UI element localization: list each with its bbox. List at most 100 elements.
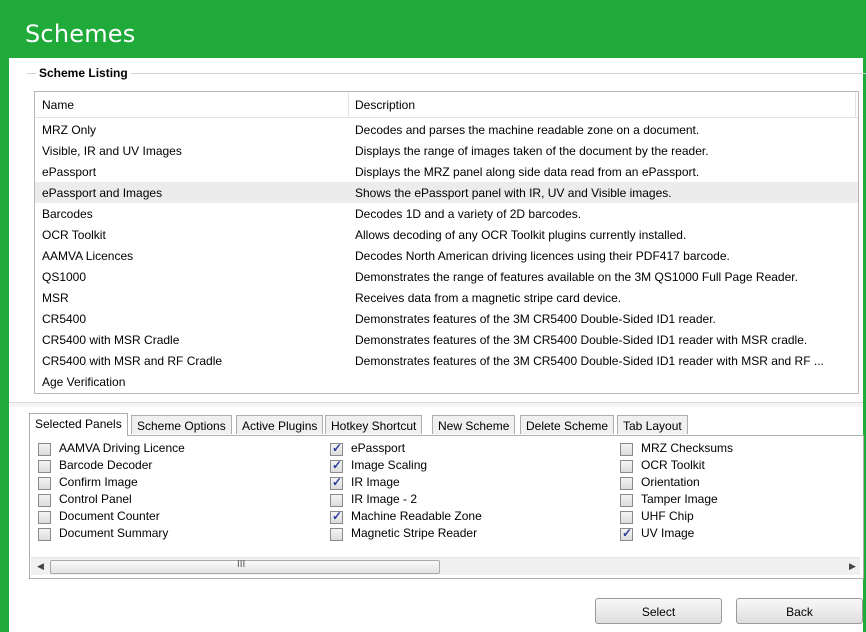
scheme-description: Displays the range of images taken of th… — [355, 144, 709, 158]
checkbox-unchecked-icon[interactable] — [330, 528, 343, 541]
scheme-description: Allows decoding of any OCR Toolkit plugi… — [355, 228, 687, 242]
scheme-row[interactable]: OCR Toolkit Allows decoding of any OCR To… — [35, 224, 858, 245]
checkbox-unchecked-icon[interactable] — [38, 494, 51, 507]
checkbox-unchecked-icon[interactable] — [38, 528, 51, 541]
check-mark-icon: ✓ — [332, 458, 343, 472]
panel-checkbox-label: OCR Toolkit — [641, 458, 705, 472]
checkbox-checked-icon[interactable]: ✓ — [330, 475, 343, 490]
left-accent-bar — [0, 58, 9, 632]
scheme-row[interactable]: CR5400 with MSR and RF Cradle Demonstrate… — [35, 350, 858, 371]
scheme-name: ePassport and Images — [42, 186, 163, 200]
scheme-name: QS1000 — [42, 270, 87, 284]
scheme-row[interactable]: MRZ Only Decodes and parses the machine r… — [35, 119, 858, 140]
scheme-row[interactable]: AAMVA Licences Decodes North American dri… — [35, 245, 858, 266]
panel-checkbox-label: IR Image - 2 — [351, 492, 418, 506]
checkbox-unchecked-icon[interactable] — [620, 494, 633, 507]
scheme-rows: MRZ Only Decodes and parses the machine r… — [35, 119, 858, 392]
checkbox-unchecked-icon[interactable] — [620, 443, 633, 456]
panel-checkbox-label: Barcode Decoder — [59, 458, 153, 472]
window-title: Schemes — [25, 20, 136, 48]
column-header-name[interactable]: Name — [42, 98, 74, 112]
scheme-row[interactable]: QS1000 Demonstrates the range of features… — [35, 266, 858, 287]
scheme-name: CR5400 with MSR Cradle — [42, 333, 180, 347]
column-separator[interactable] — [348, 92, 349, 117]
panel-checkbox-label: Control Panel — [59, 492, 132, 506]
scheme-description: Demonstrates features of the 3M CR5400 D… — [355, 354, 824, 368]
panel-checkbox-label: Image Scaling — [351, 458, 428, 472]
scroll-left-icon[interactable]: ◀ — [37, 561, 44, 572]
scheme-description: Decodes North American driving licences … — [355, 249, 730, 263]
checkbox-unchecked-icon[interactable] — [620, 477, 633, 490]
scheme-row[interactable]: Visible, IR and UV Images Displays the ra… — [35, 140, 858, 161]
tab-active-plugins[interactable]: Active Plugins — [236, 415, 324, 434]
panel-checkbox-label: ePassport — [351, 441, 406, 455]
checkbox-unchecked-icon[interactable] — [330, 494, 343, 507]
scheme-name: MRZ Only — [42, 123, 96, 137]
tab-scheme-options[interactable]: Scheme Options — [131, 415, 232, 434]
checkbox-unchecked-icon[interactable] — [38, 443, 51, 456]
scheme-description: Displays the MRZ panel along side data r… — [355, 165, 700, 179]
scheme-row[interactable]: Age Verification — [35, 371, 858, 392]
tab-delete-scheme[interactable]: Delete Scheme — [520, 415, 615, 434]
select-button[interactable]: Select — [595, 598, 722, 624]
checkbox-checked-icon[interactable]: ✓ — [620, 526, 633, 541]
tab-selected-panels[interactable]: Selected Panels — [29, 413, 128, 436]
scheme-description: Demonstrates features of the 3M CR5400 D… — [355, 333, 808, 347]
tab-new-scheme[interactable]: New Scheme — [432, 415, 516, 434]
scheme-name: CR5400 — [42, 312, 87, 326]
scheme-description: Demonstrates features of the 3M CR5400 D… — [355, 312, 716, 326]
panel-checkbox-label: UHF Chip — [641, 509, 694, 523]
splitter[interactable] — [9, 402, 863, 407]
window-header: Schemes — [0, 0, 866, 58]
checkbox-unchecked-icon[interactable] — [620, 511, 633, 524]
check-mark-icon: ✓ — [332, 509, 343, 523]
panel-checkbox-label: IR Image — [351, 475, 400, 489]
scheme-row[interactable]: ePassport and Images Shows the ePassport … — [35, 182, 858, 203]
scheme-name: OCR Toolkit — [42, 228, 106, 242]
scheme-name: Visible, IR and UV Images — [42, 144, 182, 158]
checkbox-unchecked-icon[interactable] — [38, 511, 51, 524]
list-header: Name Description — [35, 92, 858, 118]
checkbox-unchecked-icon[interactable] — [620, 460, 633, 473]
panel-checkbox-label: Magnetic Stripe Reader — [351, 526, 478, 540]
check-mark-icon: ✓ — [332, 441, 343, 455]
column-header-description[interactable]: Description — [355, 98, 415, 112]
scheme-name: CR5400 with MSR and RF Cradle — [42, 354, 223, 368]
scheme-name: MSR — [42, 291, 69, 305]
scroll-right-icon[interactable]: ▶ — [849, 561, 856, 572]
checkbox-checked-icon[interactable]: ✓ — [330, 509, 343, 524]
scheme-name: ePassport — [42, 165, 97, 179]
scheme-row[interactable]: CR5400 Demonstrates features of the 3M CR… — [35, 308, 858, 329]
scheme-description: Decodes 1D and a variety of 2D barcodes. — [355, 207, 582, 221]
scheme-list[interactable]: Name Description MRZ Only Decodes and par… — [34, 91, 859, 394]
scheme-row[interactable]: MSR Receives data from a magnetic stripe … — [35, 287, 858, 308]
checkbox-unchecked-icon[interactable] — [38, 477, 51, 490]
panel-checkbox-label: UV Image — [641, 526, 695, 540]
tab-hotkey-shortcut[interactable]: Hotkey Shortcut — [325, 415, 423, 434]
checkbox-unchecked-icon[interactable] — [38, 460, 51, 473]
scheme-description: Demonstrates the range of features avail… — [355, 270, 798, 284]
panel-checkbox-label: Confirm Image — [59, 475, 138, 489]
check-mark-icon: ✓ — [622, 526, 633, 540]
scheme-row[interactable]: Barcodes Decodes 1D and a variety of 2D b… — [35, 203, 858, 224]
panel-checkbox-label: Tamper Image — [641, 492, 718, 506]
panel-checkbox-label: Machine Readable Zone — [351, 509, 482, 523]
scheme-name: Barcodes — [42, 207, 93, 221]
scheme-description: Receives data from a magnetic stripe car… — [355, 291, 622, 305]
panel-checkbox-label: MRZ Checksums — [641, 441, 734, 455]
scheme-listing-label: Scheme Listing — [36, 66, 131, 80]
column-separator[interactable] — [855, 92, 856, 117]
scheme-row[interactable]: ePassport Displays the MRZ panel along si… — [35, 161, 858, 182]
scheme-name: Age Verification — [42, 375, 126, 389]
tab-tab-layout[interactable]: Tab Layout — [617, 415, 688, 434]
scrollbar-thumb[interactable]: III — [50, 559, 440, 574]
back-button[interactable]: Back — [736, 598, 863, 624]
horizontal-scrollbar[interactable]: ◀ III ▶ — [31, 557, 860, 575]
scrollbar-grip: III — [237, 559, 246, 570]
checkbox-checked-icon[interactable]: ✓ — [330, 458, 343, 473]
scheme-description: Shows the ePassport panel with IR, UV an… — [355, 186, 672, 200]
scheme-description: Decodes and parses the machine readable … — [355, 123, 700, 137]
checkbox-checked-icon[interactable]: ✓ — [330, 441, 343, 456]
scheme-row[interactable]: CR5400 with MSR Cradle Demonstrates featu… — [35, 329, 858, 350]
panel-checkbox-label: AAMVA Driving Licence — [59, 441, 185, 455]
